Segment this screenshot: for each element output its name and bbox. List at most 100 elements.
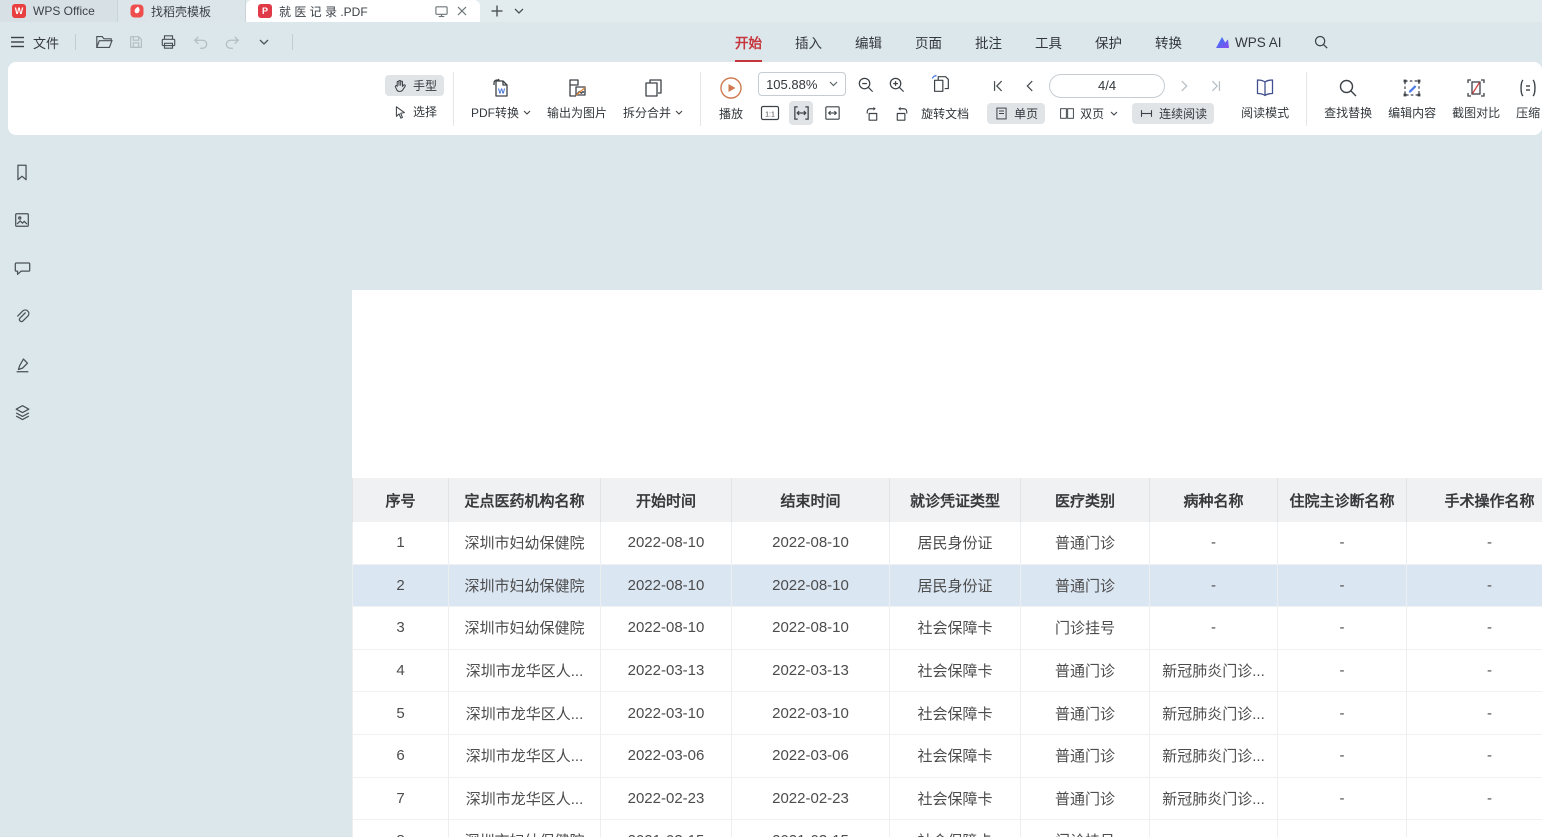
- page-number-input[interactable]: [1049, 74, 1165, 98]
- zoom-in-button[interactable]: [884, 72, 908, 96]
- bookmark-icon[interactable]: [9, 159, 35, 185]
- tab-wps-office[interactable]: W WPS Office: [0, 0, 118, 22]
- zoom-level-select[interactable]: 105.88%: [758, 72, 846, 96]
- save-button[interactable]: [124, 30, 148, 54]
- edit-content-icon: [1400, 76, 1424, 100]
- menu-item-page[interactable]: 页面: [913, 28, 944, 56]
- zoom-out-button[interactable]: [853, 72, 877, 96]
- table-cell: 2022-08-10: [600, 522, 731, 564]
- hand-tool-button[interactable]: 手型: [385, 75, 444, 96]
- table-cell: 深圳市妇幼保健院: [448, 522, 600, 564]
- table-cell: 2022-03-13: [731, 650, 889, 692]
- ribbon-toolbar: 手型 选择 W PDF转换 输出为图片 拆分合并 播放 105.88%: [8, 62, 1542, 135]
- single-page-button[interactable]: 单页: [987, 103, 1045, 124]
- redo-button[interactable]: [220, 30, 244, 54]
- menu-item-insert[interactable]: 插入: [793, 28, 824, 56]
- rotate-left-button[interactable]: [859, 101, 883, 125]
- double-page-icon: [1059, 106, 1075, 121]
- table-cell: -: [1406, 565, 1542, 607]
- select-cursor-icon: [392, 104, 408, 120]
- quickbar-more-chevron-icon[interactable]: [252, 30, 276, 54]
- continuous-read-button[interactable]: 连续阅读: [1132, 103, 1214, 124]
- table-cell: -: [1277, 735, 1406, 777]
- split-merge-icon: [641, 76, 665, 100]
- screenshot-compare-button[interactable]: 截图对比: [1444, 76, 1508, 121]
- undo-button[interactable]: [188, 30, 212, 54]
- table-cell: 2022-03-13: [600, 650, 731, 692]
- table-cell: -: [1277, 565, 1406, 607]
- menu-item-edit[interactable]: 编辑: [853, 28, 884, 56]
- export-image-button[interactable]: 输出为图片: [539, 76, 615, 121]
- prev-page-button[interactable]: [1018, 74, 1042, 98]
- new-tab-icon[interactable]: [490, 4, 504, 18]
- svg-text:1:1: 1:1: [765, 112, 775, 119]
- tab-document-active[interactable]: P 就 医 记 录 .PDF: [246, 0, 480, 22]
- table-cell: 普通门诊: [1020, 735, 1149, 777]
- close-tab-icon[interactable]: [456, 5, 468, 17]
- table-cell: -: [1277, 692, 1406, 734]
- rotate-pages-button[interactable]: [929, 72, 953, 96]
- layers-icon[interactable]: [9, 399, 35, 425]
- search-icon[interactable]: [1313, 34, 1329, 50]
- table-cell: -: [1406, 607, 1542, 649]
- table-cell: 2022-08-10: [600, 607, 731, 649]
- menu-item-home[interactable]: 开始: [733, 28, 764, 56]
- table-header: 结束时间: [731, 478, 889, 522]
- menu-item-convert[interactable]: 转换: [1153, 28, 1184, 56]
- menu-item-tools[interactable]: 工具: [1033, 28, 1064, 56]
- table-cell: 2022-03-10: [600, 692, 731, 734]
- select-tool-button[interactable]: 选择: [385, 101, 444, 122]
- next-page-button[interactable]: [1172, 74, 1196, 98]
- tab-docer-templates[interactable]: 找稻壳模板: [118, 0, 246, 22]
- last-page-button[interactable]: [1203, 74, 1227, 98]
- table-row: 6深圳市龙华区人...2022-03-062022-03-06社会保障卡普通门诊…: [352, 735, 1542, 778]
- table-cell: 新冠肺炎门诊...: [1149, 735, 1277, 777]
- menu-hamburger-icon[interactable]: [10, 36, 25, 48]
- table-cell: 深圳市龙华区人...: [448, 778, 600, 820]
- menu-items: 开始 插入 编辑 页面 批注 工具 保护 转换 WPS AI: [733, 22, 1329, 62]
- table-cell: 社会保障卡: [889, 735, 1020, 777]
- table-cell: 2: [352, 565, 448, 607]
- table-header: 定点医药机构名称: [448, 478, 600, 522]
- menu-item-protect[interactable]: 保护: [1093, 28, 1124, 56]
- print-button[interactable]: [156, 30, 180, 54]
- table-cell: -: [1406, 650, 1542, 692]
- pdf-page[interactable]: 序号 定点医药机构名称 开始时间 结束时间 就诊凭证类型 医疗类别 病种名称 住…: [352, 290, 1542, 837]
- first-page-button[interactable]: [987, 74, 1011, 98]
- file-menu-button[interactable]: 文件: [33, 33, 59, 52]
- edit-content-button[interactable]: 编辑内容: [1380, 76, 1444, 121]
- table-cell: 2022-08-10: [731, 565, 889, 607]
- play-icon: [718, 75, 744, 101]
- table-cell: 2022-03-10: [731, 692, 889, 734]
- thumbnail-icon[interactable]: [9, 207, 35, 233]
- split-merge-button[interactable]: 拆分合并: [615, 76, 691, 121]
- play-button[interactable]: 播放: [710, 75, 752, 122]
- rotate-doc-label[interactable]: 旋转文档: [921, 105, 969, 122]
- pdf-convert-button[interactable]: W PDF转换: [463, 76, 539, 121]
- table-body: 1深圳市妇幼保健院2022-08-102022-08-10居民身份证普通门诊--…: [352, 522, 1542, 837]
- attachment-icon[interactable]: [9, 303, 35, 329]
- rotate-right-button[interactable]: [890, 101, 914, 125]
- table-cell: 门诊挂号: [1020, 607, 1149, 649]
- menu-item-wps-ai[interactable]: WPS AI: [1213, 31, 1284, 54]
- tab-label: WPS Office: [33, 4, 95, 18]
- fit-page-button[interactable]: [820, 101, 844, 125]
- table-cell: 3: [352, 607, 448, 649]
- open-file-button[interactable]: [92, 30, 116, 54]
- signature-icon[interactable]: [9, 351, 35, 377]
- double-page-button[interactable]: 双页: [1052, 103, 1125, 124]
- comment-icon[interactable]: [9, 255, 35, 281]
- table-cell: 普通门诊: [1020, 565, 1149, 607]
- fit-width-button[interactable]: [789, 101, 813, 125]
- table-cell: 社会保障卡: [889, 692, 1020, 734]
- table-cell: 普通门诊: [1020, 692, 1149, 734]
- tab-list-chevron-icon[interactable]: [514, 8, 524, 14]
- compress-icon: [1516, 76, 1540, 100]
- compress-button[interactable]: 压缩: [1508, 76, 1542, 121]
- monitor-icon[interactable]: [434, 4, 449, 18]
- one-to-one-zoom-button[interactable]: 1:1: [758, 101, 782, 125]
- find-replace-button[interactable]: 查找替换: [1316, 76, 1380, 121]
- side-panel-bar: [0, 135, 44, 837]
- menu-item-annotate[interactable]: 批注: [973, 28, 1004, 56]
- read-mode-button[interactable]: 阅读模式: [1233, 76, 1297, 121]
